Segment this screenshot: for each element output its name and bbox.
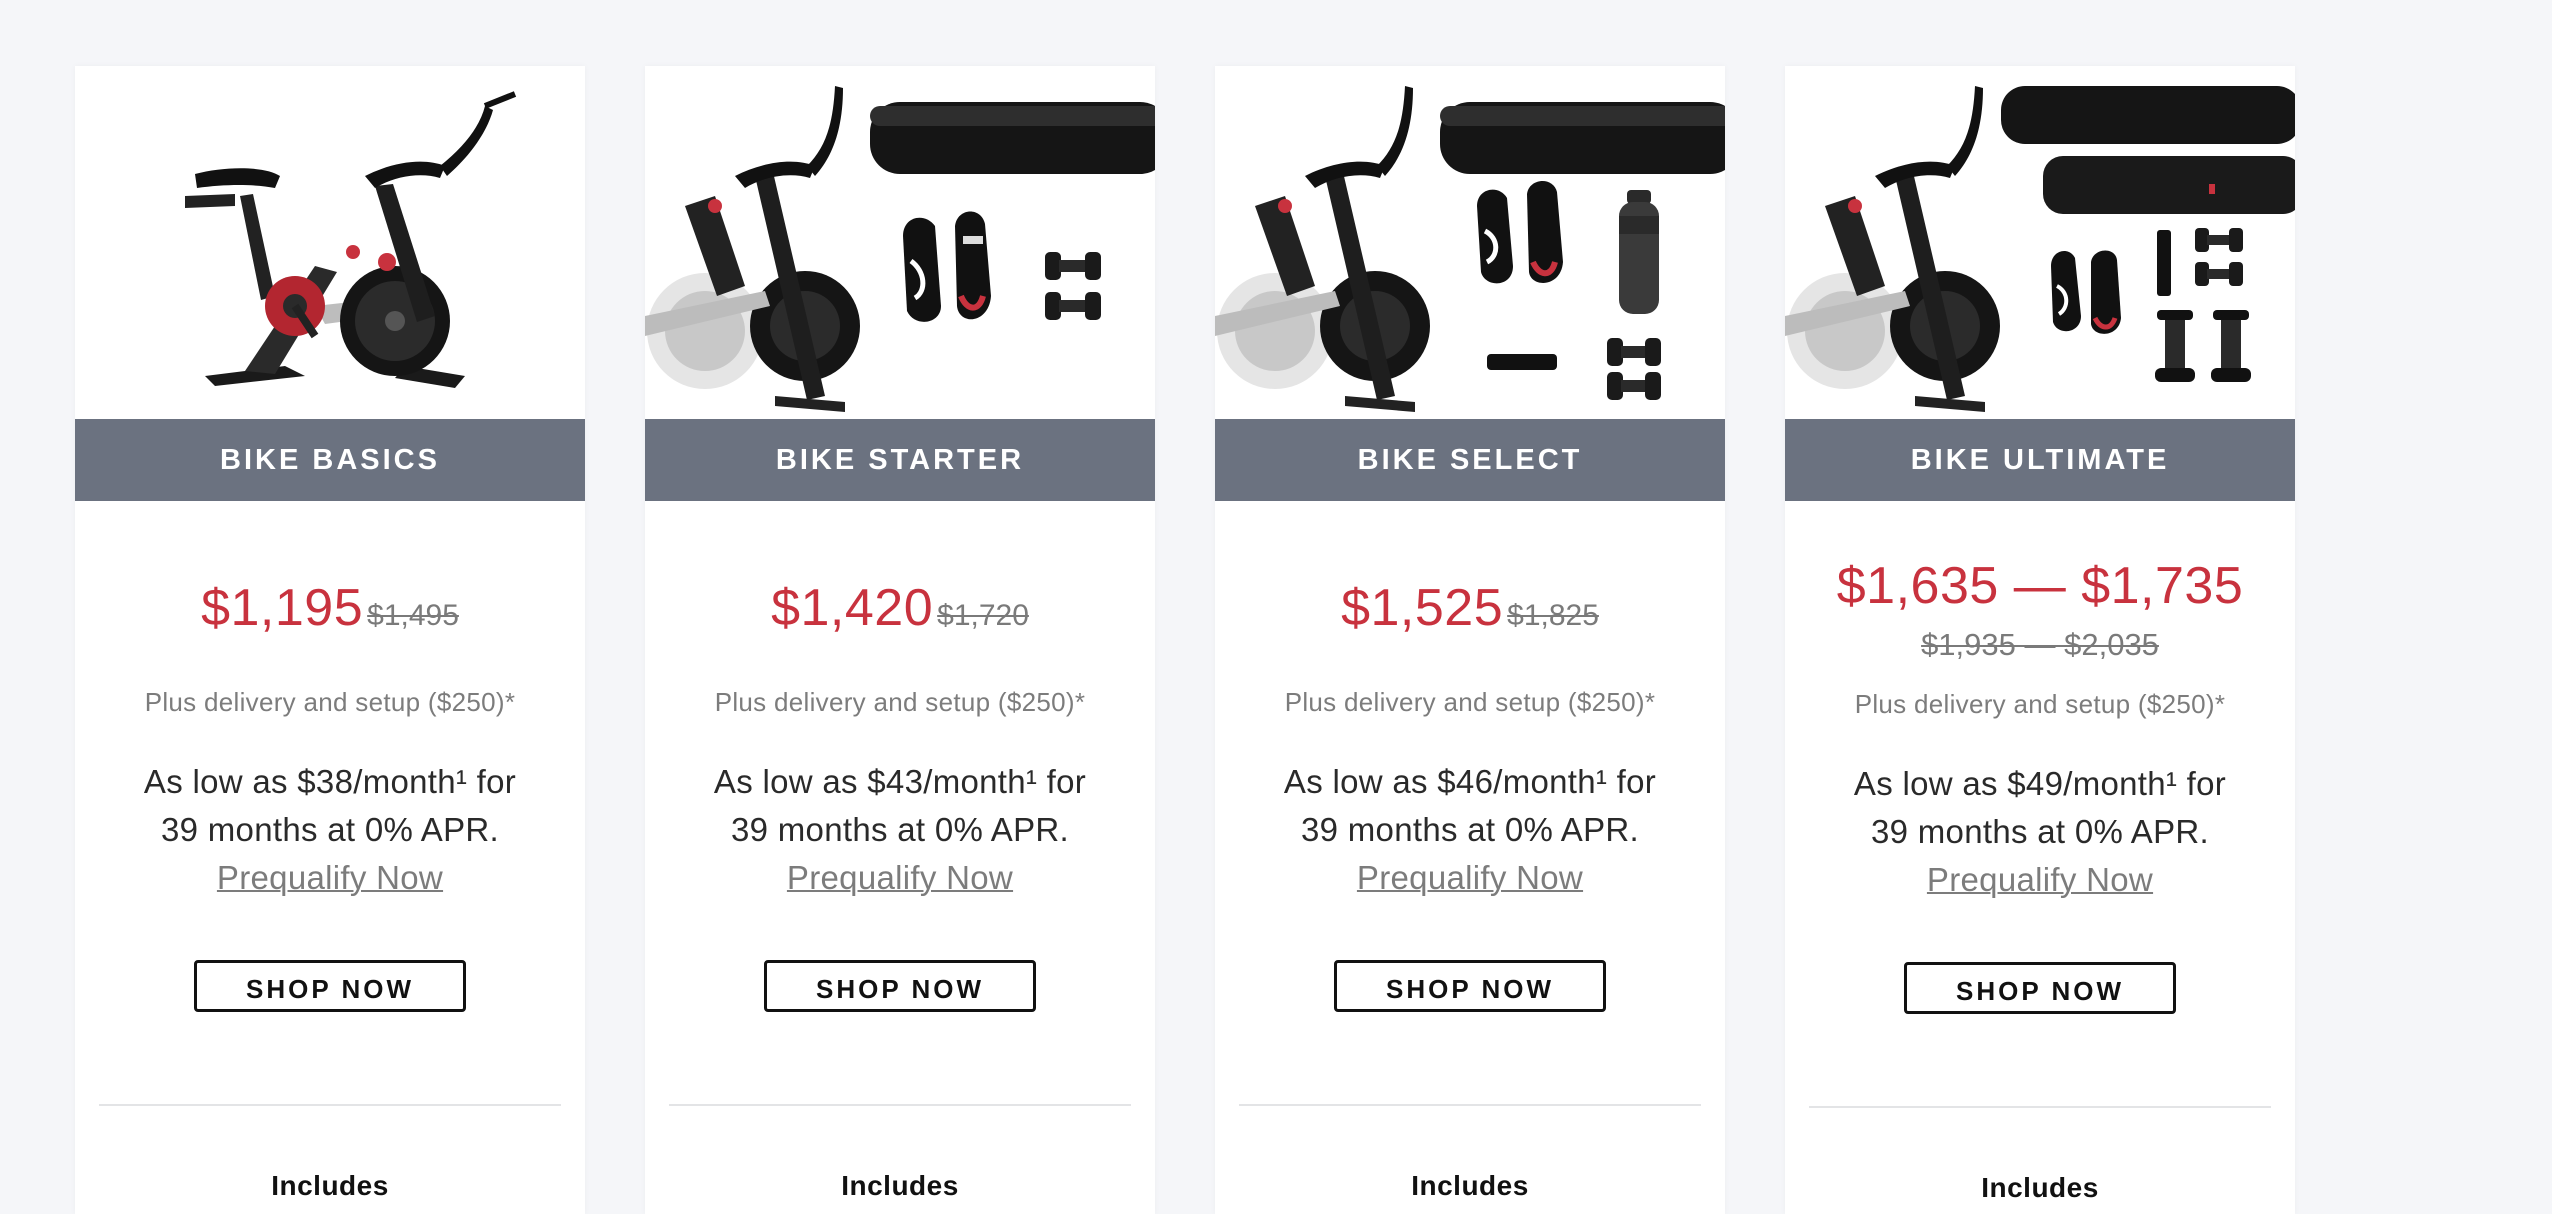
package-name: BIKE ULTIMATE [1785,419,2295,501]
prequalify-link[interactable]: Prequalify Now [645,854,1155,902]
divider [99,1104,561,1106]
sale-price: $1,420 [771,579,934,637]
dumbbells-icon [1045,252,1101,320]
cycling-shoes-icon [2051,250,2121,334]
original-price: $1,935 — $2,035 [1921,627,2159,662]
includes-heading: Includes [271,1170,389,1201]
bike-ultimate-bundle-image [1785,86,2295,412]
financing-info: As low as $46/month¹ for 39 months at 0%… [1215,758,1725,902]
sale-price: $1,195 [201,579,364,637]
cycling-shoes-icon [1477,180,1563,284]
price-block: $1,635 — $1,735 [1785,555,2295,617]
prequalify-link[interactable]: Prequalify Now [75,854,585,902]
package-card-bike-select: BIKE SELECT $1,525 $1,825 Plus delivery a… [1215,66,1725,1214]
bike-select-bundle-image [1215,86,1725,412]
financing-line-2: 39 months at 0% APR. [1300,811,1639,848]
includes-heading: Includes [1411,1170,1529,1201]
includes-heading: Includes [841,1170,959,1201]
package-name: BIKE BASICS [75,419,585,501]
bike-icon [1215,86,1430,412]
delivery-note: Plus delivery and setup ($250)* [714,687,1086,717]
package-card-bike-starter: BIKE STARTER $1,420 $1,720 Plus delivery … [645,66,1155,1214]
prequalify-link[interactable]: Prequalify Now [1215,854,1725,902]
bike-starter-bundle-image [645,86,1155,412]
price-block: $1,420 $1,720 [645,577,1155,639]
financing-info: As low as $38/month¹ for 39 months at 0%… [75,758,585,902]
dumbbell-stands-icon [2155,310,2251,382]
cycling-shoes-icon [903,211,991,322]
bike-icon [1785,86,2000,412]
delivery-note: Plus delivery and setup ($250)* [1284,687,1656,717]
sale-price: $1,525 [1341,579,1504,637]
dumbbells-icon [2195,228,2243,286]
financing-line-1: As low as $46/month¹ for [1283,763,1657,800]
original-price: $1,495 [367,599,459,632]
bike-icon [645,86,860,412]
delivery-note: Plus delivery and setup ($250)* [1854,689,2226,719]
prequalify-link[interactable]: Prequalify Now [1785,856,2295,904]
includes-heading: Includes [1981,1172,2099,1203]
product-image[interactable] [645,66,1155,419]
shop-now-button[interactable]: SHOP NOW [1904,962,2176,1014]
foam-roller-icon [1440,102,1725,174]
foam-roller-icon [2001,86,2295,214]
price-block: $1,525 $1,825 [1215,577,1725,639]
divider [669,1104,1131,1106]
financing-line-2: 39 months at 0% APR. [730,811,1069,848]
financing-line-2: 39 months at 0% APR. [160,811,499,848]
divider [1239,1104,1701,1106]
sale-price: $1,635 — $1,735 [1836,557,2244,615]
foam-roller-icon [870,102,1155,174]
financing-info: As low as $49/month¹ for 39 months at 0%… [1785,760,2295,904]
package-card-bike-basics: BIKE BASICS $1,195 $1,495 Plus delivery a… [75,66,585,1214]
financing-line-2: 39 months at 0% APR. [1870,813,2209,850]
product-image[interactable] [1785,66,2295,419]
financing-line-1: As low as $38/month¹ for [143,763,517,800]
product-image[interactable] [1215,66,1725,419]
divider [1809,1106,2271,1108]
dumbbells-icon [1607,338,1661,400]
shop-now-button[interactable]: SHOP NOW [194,960,466,1012]
package-name: BIKE STARTER [645,419,1155,501]
financing-info: As low as $43/month¹ for 39 months at 0%… [645,758,1155,902]
heart-rate-monitor-icon [2157,230,2171,296]
product-image[interactable] [75,66,585,419]
package-card-bike-ultimate: BIKE ULTIMATE $1,635 — $1,735 $1,935 — $… [1785,66,2295,1214]
financing-line-1: As low as $43/month¹ for [713,763,1087,800]
price-block: $1,195 $1,495 [75,577,585,639]
delivery-note: Plus delivery and setup ($250)* [144,687,516,717]
package-name: BIKE SELECT [1215,419,1725,501]
bike-icon [185,91,517,388]
pricing-page: BIKE BASICS $1,195 $1,495 Plus delivery a… [0,0,2552,1214]
financing-line-1: As low as $49/month¹ for [1853,765,2227,802]
heart-rate-monitor-icon [1487,354,1557,370]
original-price: $1,720 [937,599,1029,632]
shop-now-button[interactable]: SHOP NOW [1334,960,1606,1012]
original-price: $1,825 [1507,599,1599,632]
shop-now-button[interactable]: SHOP NOW [764,960,1036,1012]
water-bottle-icon [1619,190,1659,314]
